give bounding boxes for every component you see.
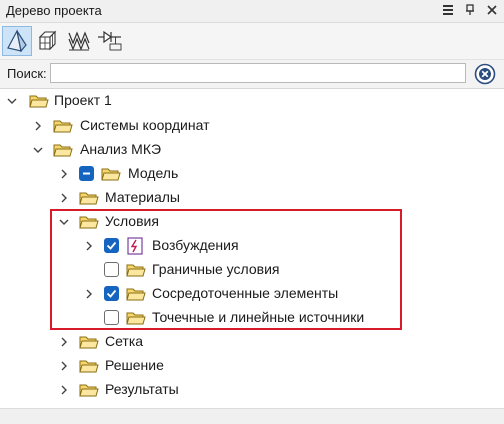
tree-node-excitations[interactable]: Возбуждения [0,234,504,258]
tree-node-label: Системы координат [80,117,210,133]
excitations-checkbox[interactable] [104,238,119,253]
mesh-tool-button[interactable] [33,26,63,56]
tree-node-label: Решение [105,357,164,373]
chevron-right-icon[interactable] [57,383,71,397]
folder-icon [126,264,146,277]
chevron-right-icon[interactable] [57,191,71,205]
tree-node-materials[interactable]: Материалы [0,186,504,210]
folder-icon [79,216,99,229]
menu-icon[interactable] [440,2,456,18]
folder-icon [29,95,49,108]
tree-node-label: Точечные и линейные источники [152,309,365,325]
tree-node-label: Условия [105,213,159,229]
checkmark-icon [106,289,117,298]
checkmark-icon [106,241,117,250]
folder-icon [79,336,99,349]
tree-node-conditions[interactable]: Условия [0,210,504,234]
folder-icon [79,192,99,205]
project-tree: Проект 1 Системы координат Анализ МКЭ Мо… [0,89,504,407]
tree-node-fea[interactable]: Анализ МКЭ [0,138,504,162]
search-label: Поиск: [7,66,47,81]
search-row: Поиск: [0,60,504,89]
folder-icon [101,168,121,181]
title-actions [440,2,500,18]
close-icon[interactable] [484,2,500,18]
tree-toolbar [0,23,504,60]
tree-node-label: Результаты [105,381,179,397]
tree-node-label: Модель [128,165,179,181]
boundary-checkbox[interactable] [104,262,119,277]
chevron-right-icon[interactable] [57,167,71,181]
folder-icon [126,312,146,325]
tree-node-lumped[interactable]: Сосредоточенные элементы [0,282,504,306]
tree-node-label: Проект 1 [54,92,112,108]
tree-node-label: Материалы [105,189,180,205]
tree-node-label: Сетка [105,333,144,349]
search-input[interactable] [50,63,466,83]
chevron-down-icon[interactable] [31,143,45,157]
tree-node-solution[interactable]: Решение [0,354,504,378]
diode-icon [98,30,122,51]
chevron-right-icon[interactable] [82,287,96,301]
tree-node-coord-systems[interactable]: Системы координат [0,114,504,138]
clear-circle-icon [474,63,496,85]
folder-icon [53,120,73,133]
field-tool-button[interactable] [64,26,94,56]
tree-node-mesh[interactable]: Сетка [0,330,504,354]
tree-node-label: Анализ МКЭ [80,141,162,157]
mesh-cube-icon [38,30,57,51]
tree-node-sources[interactable]: Точечные и линейные источники [0,306,504,330]
geometry-tool-button[interactable] [2,26,32,56]
tree-node-project[interactable]: Проект 1 [0,89,504,113]
project-tree-panel: Дерево проекта Поиск: Проект 1 Системы к… [0,0,504,424]
sources-checkbox[interactable] [104,310,119,325]
panel-title: Дерево проекта [6,3,102,18]
panel-titlebar: Дерево проекта [0,0,504,23]
chevron-right-icon[interactable] [57,359,71,373]
chevron-down-icon[interactable] [57,215,71,229]
panel-bottom-edge [0,408,504,424]
model-checkbox[interactable] [79,166,94,181]
clear-search-button[interactable] [474,63,496,85]
minus-icon [83,172,90,175]
excitation-source-icon [127,237,143,255]
wave-icon [68,31,90,51]
folder-icon [79,360,99,373]
folder-icon [79,384,99,397]
tree-node-label: Возбуждения [152,237,239,253]
chevron-down-icon[interactable] [5,94,19,108]
tree-node-label: Сосредоточенные элементы [152,285,339,301]
chevron-right-icon[interactable] [31,119,45,133]
tree-node-model[interactable]: Модель [0,162,504,186]
circuit-tool-button[interactable] [95,26,125,56]
chevron-right-icon[interactable] [57,335,71,349]
tree-node-boundary[interactable]: Граничные условия [0,258,504,282]
chevron-right-icon[interactable] [82,239,96,253]
folder-icon [53,144,73,157]
pyramid-icon [7,29,27,53]
pin-icon[interactable] [462,2,478,18]
tree-node-results[interactable]: Результаты [0,378,504,402]
folder-icon [126,288,146,301]
lumped-checkbox[interactable] [104,286,119,301]
tree-node-label: Граничные условия [152,261,280,277]
